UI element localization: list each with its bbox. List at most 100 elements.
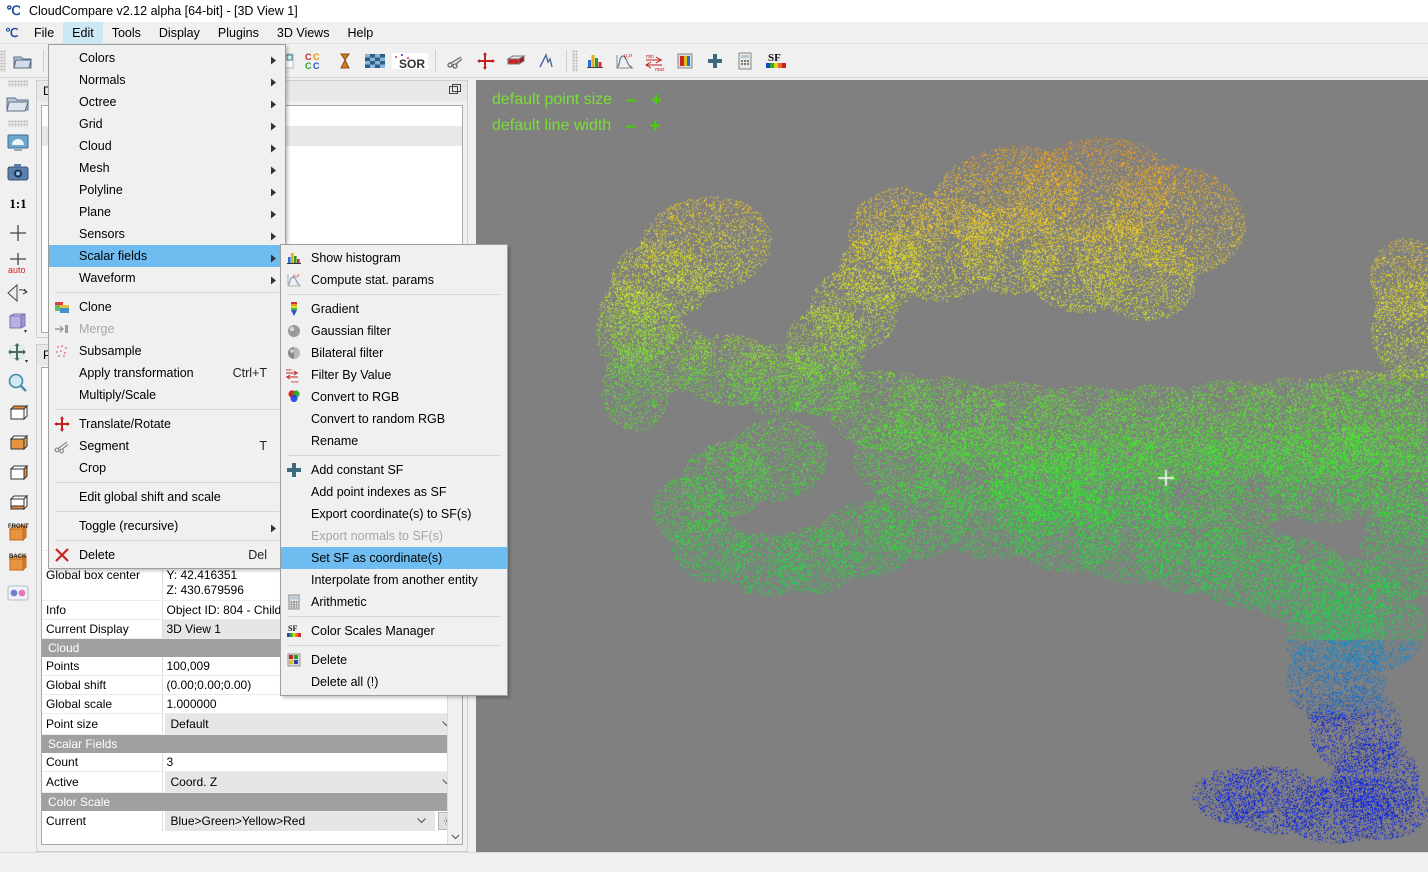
menu-tools[interactable]: Tools	[103, 22, 150, 44]
scroll-down-icon[interactable]	[448, 829, 463, 844]
sf-menu-item-interpolate-from-another-entity[interactable]: Interpolate from another entity	[281, 569, 507, 591]
sf-menu-item-delete[interactable]: Delete	[281, 649, 507, 671]
sf-menu-item-export-coordinate-s-to-sf-s[interactable]: Export coordinate(s) to SF(s)	[281, 503, 507, 525]
translate-rotate-icon[interactable]	[471, 47, 501, 75]
arithmetic-icon[interactable]	[730, 47, 760, 75]
open-file-icon[interactable]	[8, 47, 38, 75]
bilateral-filter-icon[interactable]	[531, 47, 561, 75]
edit-menu-item-toggle-recursive[interactable]: Toggle (recursive)	[49, 515, 285, 537]
edit-menu-item-sensors[interactable]: Sensors	[49, 223, 285, 245]
global-zoom-icon[interactable]	[2, 128, 34, 158]
sf-menu-item-add-constant-sf[interactable]: Add constant SF	[281, 459, 507, 481]
edit-menu-item-translate-rotate[interactable]: Translate/Rotate	[49, 413, 285, 435]
point-cloud-render[interactable]	[476, 80, 1428, 852]
edit-menu-item-octree[interactable]: Octree	[49, 91, 285, 113]
min-max-filter-icon[interactable]: minmax	[640, 47, 670, 75]
histogram-icon[interactable]	[580, 47, 610, 75]
zoom-icon[interactable]	[2, 368, 34, 398]
menu-item-label: Toggle (recursive)	[75, 519, 281, 533]
left-view-icon[interactable]	[2, 458, 34, 488]
edit-menu-item-subsample[interactable]: Subsample	[49, 340, 285, 362]
toolbar-grip-2[interactable]	[572, 50, 578, 72]
toolbar-grip[interactable]	[0, 50, 6, 72]
edit-menu-item-colors[interactable]: Colors	[49, 47, 285, 69]
sf-menu-item-show-histogram[interactable]: Show histogram	[281, 247, 507, 269]
left-toolbar-grip-2[interactable]	[8, 120, 28, 127]
3d-viewport[interactable]: default point size – + default line widt…	[476, 80, 1428, 852]
edit-menu-item-mesh[interactable]: Mesh	[49, 157, 285, 179]
add-constant-sf-icon[interactable]	[700, 47, 730, 75]
edit-menu-item-segment[interactable]: SegmentT	[49, 435, 285, 457]
top-view-icon[interactable]	[2, 398, 34, 428]
menu-plugins[interactable]: Plugins	[209, 22, 268, 44]
increase-point-size-button[interactable]: +	[651, 91, 662, 110]
set-pivot-icon[interactable]	[2, 218, 34, 248]
menu-help[interactable]: Help	[338, 22, 382, 44]
cc-label-icon[interactable]: CCCC	[300, 47, 330, 75]
edit-menu-popup[interactable]: ColorsNormalsOctreeGridCloudMeshPolyline…	[48, 44, 286, 569]
stereo-mode-icon[interactable]	[2, 578, 34, 608]
sf-menu-item-rename[interactable]: Rename	[281, 430, 507, 452]
edit-menu-item-clone[interactable]: Clone	[49, 296, 285, 318]
app-menu-icon[interactable]: ℃	[4, 24, 22, 42]
toolbar-separator-3	[435, 50, 436, 72]
edit-menu-item-plane[interactable]: Plane	[49, 201, 285, 223]
checkerboard-icon[interactable]	[360, 47, 390, 75]
menu-edit[interactable]: Edit	[63, 22, 103, 44]
edit-menu-item-crop[interactable]: Crop	[49, 457, 285, 479]
snapshot-icon[interactable]	[2, 158, 34, 188]
cross-section-icon[interactable]	[501, 47, 531, 75]
sf-menu-item-delete-all[interactable]: Delete all (!)	[281, 671, 507, 693]
sf-color-scales-icon[interactable]: SF	[760, 47, 794, 75]
object-view-icon[interactable]	[2, 308, 34, 338]
edit-menu-item-edit-global-shift-and-scale[interactable]: Edit global shift and scale	[49, 486, 285, 508]
edit-menu-item-delete[interactable]: DeleteDel	[49, 544, 285, 566]
edit-menu-item-apply-transformation[interactable]: Apply transformationCtrl+T	[49, 362, 285, 384]
decrease-point-size-button[interactable]: –	[626, 91, 637, 110]
edit-menu-item-grid[interactable]: Grid	[49, 113, 285, 135]
sf-menu-item-add-point-indexes-as-sf[interactable]: Add point indexes as SF	[281, 481, 507, 503]
sor-filter-icon[interactable]: SOR	[390, 47, 430, 75]
edit-menu-item-multiply-scale[interactable]: Multiply/Scale	[49, 384, 285, 406]
sf-menu-item-gradient[interactable]: Gradient	[281, 298, 507, 320]
open-folder-icon[interactable]	[2, 88, 34, 118]
orthographic-projection-icon[interactable]	[2, 278, 34, 308]
stat-params-icon[interactable]: μ,σ	[610, 47, 640, 75]
auto-pivot-icon[interactable]: auto	[2, 248, 34, 278]
scalar-fields-submenu-popup[interactable]: Show histogramμ,σCompute stat. params Gra…	[280, 244, 508, 696]
bottom-view-icon[interactable]	[2, 428, 34, 458]
increase-line-width-button[interactable]: +	[650, 117, 661, 136]
sf-menu-item-arithmetic[interactable]: Arithmetic	[281, 591, 507, 613]
sf-menu-item-compute-stat-params[interactable]: μ,σCompute stat. params	[281, 269, 507, 291]
sand-clock-icon[interactable]	[330, 47, 360, 75]
undock-icon[interactable]	[449, 84, 463, 98]
scissors-segment-icon[interactable]	[441, 47, 471, 75]
sf-menu-item-set-sf-as-coordinate-s[interactable]: Set SF as coordinate(s)	[281, 547, 507, 569]
color-scale-icon[interactable]	[670, 47, 700, 75]
edit-menu-item-waveform[interactable]: Waveform	[49, 267, 285, 289]
back-view-icon[interactable]: BACK	[2, 548, 34, 578]
menu-display[interactable]: Display	[150, 22, 209, 44]
right-view-icon[interactable]	[2, 488, 34, 518]
sf-menu-item-convert-to-random-rgb[interactable]: Convert to random RGB	[281, 408, 507, 430]
sf-menu-item-bilateral-filter[interactable]: Bilateral filter	[281, 342, 507, 364]
edit-menu-item-normals[interactable]: Normals	[49, 69, 285, 91]
decrease-line-width-button[interactable]: –	[625, 117, 636, 136]
translate-camera-icon[interactable]	[2, 338, 34, 368]
sf-menu-item-gaussian-filter[interactable]: Gaussian filter	[281, 320, 507, 342]
sf-menu-item-convert-to-rgb[interactable]: Convert to RGB	[281, 386, 507, 408]
menu-3d-views[interactable]: 3D Views	[268, 22, 339, 44]
zoom-1-1-icon[interactable]: 1:1	[2, 188, 34, 218]
left-toolbar-grip[interactable]	[8, 80, 28, 87]
point-size-combo[interactable]: Default	[165, 714, 461, 734]
sf-menu-item-color-scales-manager[interactable]: SFColor Scales Manager	[281, 620, 507, 642]
front-view-icon[interactable]: FRONT	[2, 518, 34, 548]
edit-menu-item-scalar-fields[interactable]: Scalar fields	[49, 245, 285, 267]
color-scale-combo[interactable]: Blue>Green>Yellow>Red	[165, 811, 436, 831]
cc-logo-icon: ℃	[6, 3, 22, 19]
menu-file[interactable]: File	[25, 22, 63, 44]
edit-menu-item-polyline[interactable]: Polyline	[49, 179, 285, 201]
active-sf-combo[interactable]: Coord. Z	[165, 772, 461, 792]
sf-menu-item-filter-by-value[interactable]: minmaxFilter By Value	[281, 364, 507, 386]
edit-menu-item-cloud[interactable]: Cloud	[49, 135, 285, 157]
